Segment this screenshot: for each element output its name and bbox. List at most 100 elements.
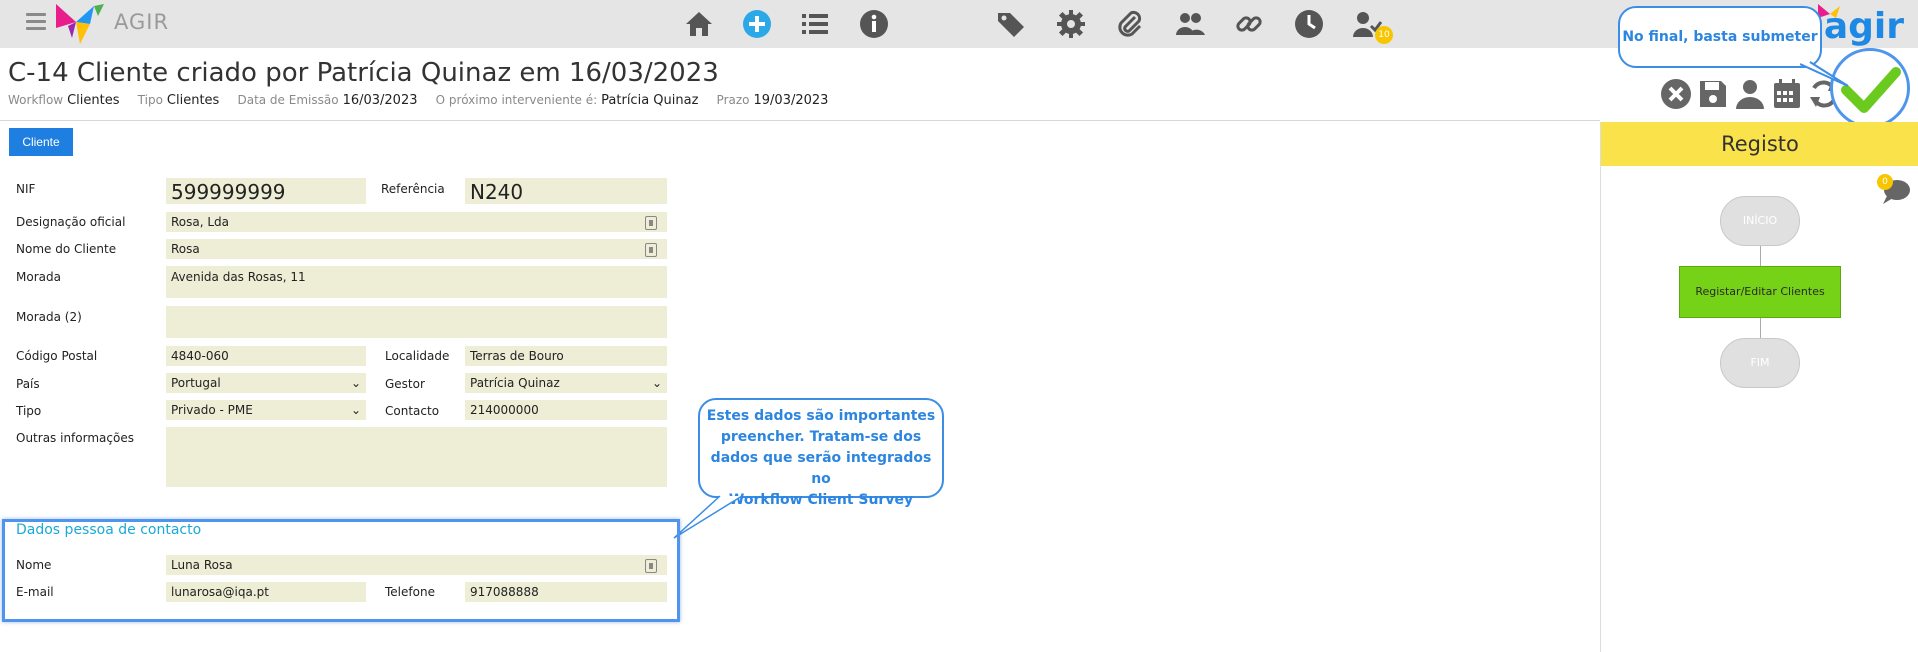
morada-label: Morada	[16, 270, 61, 284]
pais-select[interactable]: Portugal ⌄	[166, 373, 366, 393]
gestor-select[interactable]: Patrícia Quinaz ⌄	[465, 373, 667, 393]
localidade-value: Terras de Bouro	[470, 349, 564, 363]
data-callout-pointer	[673, 495, 743, 539]
meta-value-tipo: Clientes	[166, 93, 220, 108]
chevron-down-icon: ⌄	[350, 376, 361, 390]
contact-nome-value: Luna Rosa	[171, 558, 233, 572]
close-icon[interactable]	[1660, 78, 1694, 112]
referencia-field[interactable]: N240	[465, 178, 667, 204]
outras-informacoes-label: Outras informações	[16, 431, 134, 445]
gestor-label: Gestor	[385, 377, 425, 391]
referencia-label: Referência	[381, 182, 445, 196]
save-icon[interactable]	[1697, 78, 1731, 112]
contact-card-icon[interactable]	[645, 559, 657, 573]
nif-value: 599999999	[171, 180, 286, 204]
tipo-select[interactable]: Privado - PME ⌄	[166, 400, 366, 420]
contact-nome-field[interactable]: Luna Rosa	[166, 555, 667, 575]
meta-label-prazo: Prazo	[716, 93, 750, 107]
codigo-postal-field[interactable]: 4840-060	[166, 346, 366, 366]
nif-field[interactable]: 599999999	[166, 178, 366, 204]
submit-callout-pointer	[1800, 61, 1849, 87]
tags-icon[interactable]	[995, 8, 1027, 40]
data-callout: Estes dados são importantes preencher. T…	[698, 398, 944, 508]
codigo-postal-label: Código Postal	[16, 349, 98, 363]
meta-value-prazo: 19/03/2023	[753, 93, 829, 108]
localidade-label: Localidade	[385, 349, 450, 363]
morada-value: Avenida das Rosas, 11	[171, 270, 306, 284]
contacto-field[interactable]: 214000000	[465, 400, 667, 420]
users-icon[interactable]	[1174, 8, 1206, 40]
contact-nome-label: Nome	[16, 558, 52, 572]
nome-cliente-value: Rosa	[171, 242, 200, 256]
contact-telefone-value: 917088888	[470, 585, 539, 599]
meta-label-interveniente: O próximo interveniente é:	[435, 93, 598, 107]
morada2-field[interactable]	[166, 306, 667, 338]
notification-badge: 10	[1375, 26, 1393, 44]
link-icon[interactable]	[1233, 8, 1265, 40]
app-logo-icon	[56, 4, 104, 44]
brand-text: agir	[1823, 6, 1904, 47]
workflow-sidebar: Registo 0 INÍCIO Registar/Editar Cliente…	[1600, 122, 1918, 652]
workflow-node-end[interactable]: FIM	[1720, 338, 1800, 388]
document-meta: Workflow Clientes Tipo Clientes Data de Em…	[8, 93, 842, 108]
chevron-down-icon: ⌄	[651, 376, 662, 390]
workflow-connector	[1760, 246, 1761, 266]
contact-email-field[interactable]: lunarosa@iqa.pt	[166, 582, 366, 602]
designacao-label: Designação oficial	[16, 215, 126, 229]
gear-icon[interactable]	[1055, 8, 1087, 40]
data-callout-line-1: Estes dados são importantes	[706, 408, 936, 424]
workflow-node-start[interactable]: INÍCIO	[1720, 196, 1800, 246]
page-title: C-14 Cliente criado por Patrícia Quinaz …	[8, 58, 719, 88]
nome-cliente-field[interactable]: Rosa	[166, 239, 667, 259]
data-callout-line-2: preencher. Tratam-se dos	[720, 429, 922, 445]
tipo-label: Tipo	[16, 404, 42, 418]
contact-telefone-field[interactable]: 917088888	[465, 582, 667, 602]
comments-icon[interactable]: 0	[1877, 174, 1911, 204]
contact-email-label: E-mail	[16, 585, 54, 599]
contact-section-title: Dados pessoa de contacto	[16, 522, 202, 538]
info-icon[interactable]	[858, 8, 890, 40]
contacto-label: Contacto	[385, 404, 440, 418]
gestor-value: Patrícia Quinaz	[470, 376, 560, 390]
contact-email-value: lunarosa@iqa.pt	[171, 585, 269, 599]
workflow-node-task[interactable]: Registar/Editar Clientes	[1679, 266, 1841, 318]
add-circle-icon[interactable]	[741, 8, 773, 40]
meta-value-workflow: Clientes	[67, 93, 120, 108]
contacto-value: 214000000	[470, 403, 539, 417]
meta-label-data: Data de Emissão	[237, 93, 339, 107]
referencia-value: N240	[470, 180, 524, 204]
morada2-label: Morada (2)	[16, 310, 82, 324]
contact-card-icon[interactable]	[645, 216, 657, 230]
list-icon[interactable]	[799, 8, 831, 40]
submit-callout: No final, basta submeter	[1618, 6, 1822, 68]
nif-label: NIF	[16, 182, 36, 196]
designacao-value: Rosa, Lda	[171, 215, 230, 229]
localidade-field[interactable]: Terras de Bouro	[465, 346, 667, 366]
contact-card-icon[interactable]	[645, 243, 657, 257]
header-divider	[0, 120, 1600, 121]
contact-telefone-label: Telefone	[385, 585, 435, 599]
workflow-connector	[1760, 318, 1761, 338]
morada-field[interactable]: Avenida das Rosas, 11	[166, 266, 667, 298]
menu-icon[interactable]	[26, 13, 46, 31]
outras-informacoes-field[interactable]	[166, 427, 667, 487]
paperclip-icon[interactable]	[1114, 8, 1146, 40]
app-title: AGIR	[114, 10, 170, 34]
meta-value-data: 16/03/2023	[342, 93, 418, 108]
meta-label-workflow: Workflow	[8, 93, 64, 107]
nome-cliente-label: Nome do Cliente	[16, 242, 117, 256]
codigo-postal-value: 4840-060	[171, 349, 229, 363]
pais-label: País	[16, 377, 40, 391]
user-icon[interactable]	[1734, 78, 1768, 112]
comments-badge: 0	[1877, 174, 1893, 190]
designacao-field[interactable]: Rosa, Lda	[166, 212, 667, 232]
meta-value-interveniente: Patrícia Quinaz	[601, 93, 699, 108]
clock-icon[interactable]	[1293, 8, 1325, 40]
tab-cliente[interactable]: Cliente	[9, 128, 73, 156]
chevron-down-icon: ⌄	[350, 403, 361, 417]
home-icon[interactable]	[683, 8, 715, 40]
meta-label-tipo: Tipo	[137, 93, 163, 107]
tipo-value: Privado - PME	[171, 403, 253, 417]
sidebar-title: Registo	[1601, 122, 1918, 166]
pais-value: Portugal	[171, 376, 221, 390]
